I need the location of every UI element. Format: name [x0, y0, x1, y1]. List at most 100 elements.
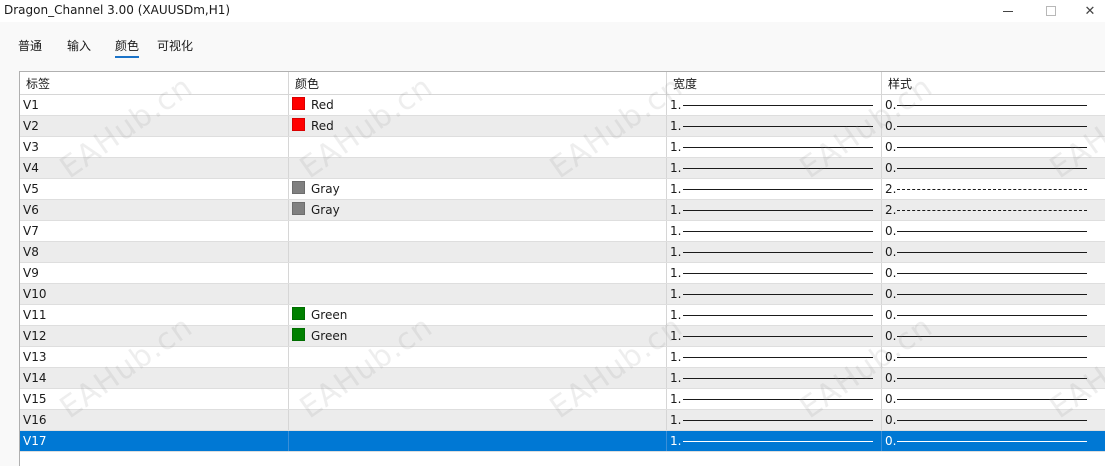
row-width-cell[interactable]: 1.	[667, 410, 882, 430]
row-color-cell[interactable]: Gray	[289, 179, 667, 199]
header-style[interactable]: 样式	[882, 72, 1105, 94]
maximize-button[interactable]	[1031, 0, 1071, 22]
style-line-preview	[897, 357, 1087, 358]
style-value: 0.	[885, 413, 897, 427]
row-style-cell[interactable]: 0.	[882, 410, 1105, 430]
row-color-cell[interactable]	[289, 242, 667, 262]
table-row[interactable]: V12 Green 1. 0.	[20, 326, 1105, 347]
table-row[interactable]: V4 1. 0.	[20, 158, 1105, 179]
width-value: 1.	[670, 308, 682, 322]
row-width-cell[interactable]: 1.	[667, 263, 882, 283]
header-width[interactable]: 宽度	[667, 72, 882, 94]
table-row[interactable]: V1 Red 1. 0.	[20, 95, 1105, 116]
table-row[interactable]: V14 1. 0.	[20, 368, 1105, 389]
style-line-preview	[897, 399, 1087, 400]
row-width-cell[interactable]: 1.	[667, 221, 882, 241]
row-width-cell[interactable]: 1.	[667, 179, 882, 199]
table-row[interactable]: V13 1. 0.	[20, 347, 1105, 368]
row-style-cell[interactable]: 0.	[882, 95, 1105, 115]
table-row[interactable]: V3 1. 0.	[20, 137, 1105, 158]
width-line-preview	[683, 357, 873, 358]
row-style-cell[interactable]: 0.	[882, 158, 1105, 178]
row-color-cell[interactable]: Green	[289, 305, 667, 325]
table-row[interactable]: V15 1. 0.	[20, 389, 1105, 410]
row-style-cell[interactable]: 0.	[882, 389, 1105, 409]
color-swatch	[292, 202, 305, 215]
row-color-cell[interactable]	[289, 284, 667, 304]
row-width-cell[interactable]: 1.	[667, 431, 882, 451]
row-width-cell[interactable]: 1.	[667, 200, 882, 220]
style-line-preview	[897, 441, 1087, 442]
table-row[interactable]: V5 Gray 1. 2.	[20, 179, 1105, 200]
row-color-cell[interactable]: Gray	[289, 200, 667, 220]
row-style-cell[interactable]: 0.	[882, 137, 1105, 157]
row-width-cell[interactable]: 1.	[667, 305, 882, 325]
row-width-cell[interactable]: 1.	[667, 242, 882, 262]
row-color-cell[interactable]	[289, 158, 667, 178]
style-line-preview	[897, 378, 1087, 379]
row-color-cell[interactable]	[289, 221, 667, 241]
row-color-cell[interactable]: Red	[289, 116, 667, 136]
header-label[interactable]: 标签	[20, 72, 289, 94]
row-width-cell[interactable]: 1.	[667, 368, 882, 388]
table-row[interactable]: V16 1. 0.	[20, 410, 1105, 431]
row-style-cell[interactable]: 0.	[882, 263, 1105, 283]
style-value: 0.	[885, 287, 897, 301]
row-width-cell[interactable]: 1.	[667, 116, 882, 136]
tab-visualization[interactable]: 可视化	[157, 37, 193, 58]
row-width-cell[interactable]: 1.	[667, 284, 882, 304]
width-value: 1.	[670, 371, 682, 385]
row-style-cell[interactable]: 0.	[882, 305, 1105, 325]
tab-inputs[interactable]: 输入	[67, 37, 91, 58]
style-value: 2.	[885, 182, 897, 196]
row-style-cell[interactable]: 0.	[882, 347, 1105, 367]
style-value: 0.	[885, 98, 897, 112]
row-width-cell[interactable]: 1.	[667, 389, 882, 409]
row-width-cell[interactable]: 1.	[667, 326, 882, 346]
table-row[interactable]: V9 1. 0.	[20, 263, 1105, 284]
colors-table: 标签 颜色 宽度 样式 V1 Red 1. 0. V2 Red 1. 0. V3 1. 0. V4 1.…	[19, 71, 1105, 466]
color-swatch	[292, 328, 305, 341]
row-width-cell[interactable]: 1.	[667, 347, 882, 367]
row-style-cell[interactable]: 0.	[882, 326, 1105, 346]
row-width-cell[interactable]: 1.	[667, 95, 882, 115]
table-row[interactable]: V8 1. 0.	[20, 242, 1105, 263]
minimize-button[interactable]	[988, 0, 1028, 22]
row-style-cell[interactable]: 2.	[882, 179, 1105, 199]
row-style-cell[interactable]: 0.	[882, 242, 1105, 262]
row-style-cell[interactable]: 0.	[882, 116, 1105, 136]
table-row[interactable]: V17 1. 0.	[20, 431, 1105, 452]
row-color-cell[interactable]	[289, 347, 667, 367]
width-line-preview	[683, 378, 873, 379]
header-color[interactable]: 颜色	[289, 72, 667, 94]
row-color-cell[interactable]	[289, 263, 667, 283]
row-width-cell[interactable]: 1.	[667, 158, 882, 178]
table-row[interactable]: V10 1. 0.	[20, 284, 1105, 305]
row-label: V17	[20, 431, 289, 451]
row-width-cell[interactable]: 1.	[667, 137, 882, 157]
row-style-cell[interactable]: 0.	[882, 284, 1105, 304]
close-button[interactable]: ✕	[1070, 0, 1105, 22]
row-color-cell[interactable]	[289, 137, 667, 157]
table-row[interactable]: V11 Green 1. 0.	[20, 305, 1105, 326]
row-style-cell[interactable]: 0.	[882, 221, 1105, 241]
table-row[interactable]: V7 1. 0.	[20, 221, 1105, 242]
style-line-preview	[897, 420, 1087, 421]
row-style-cell[interactable]: 2.	[882, 200, 1105, 220]
row-label: V3	[20, 137, 289, 157]
row-color-cell[interactable]	[289, 368, 667, 388]
tab-colors[interactable]: 颜色	[115, 37, 140, 58]
title-bar: Dragon_Channel 3.00 (XAUUSDm,H1) ✕	[0, 0, 1105, 22]
row-color-cell[interactable]	[289, 410, 667, 430]
table-row[interactable]: V2 Red 1. 0.	[20, 116, 1105, 137]
row-color-cell[interactable]	[289, 431, 667, 451]
row-color-cell[interactable]: Green	[289, 326, 667, 346]
table-row[interactable]: V6 Gray 1. 2.	[20, 200, 1105, 221]
row-style-cell[interactable]: 0.	[882, 431, 1105, 451]
row-color-cell[interactable]	[289, 389, 667, 409]
row-style-cell[interactable]: 0.	[882, 368, 1105, 388]
row-color-cell[interactable]: Red	[289, 95, 667, 115]
tab-general[interactable]: 普通	[18, 37, 42, 58]
row-label: V6	[20, 200, 289, 220]
width-value: 1.	[670, 329, 682, 343]
